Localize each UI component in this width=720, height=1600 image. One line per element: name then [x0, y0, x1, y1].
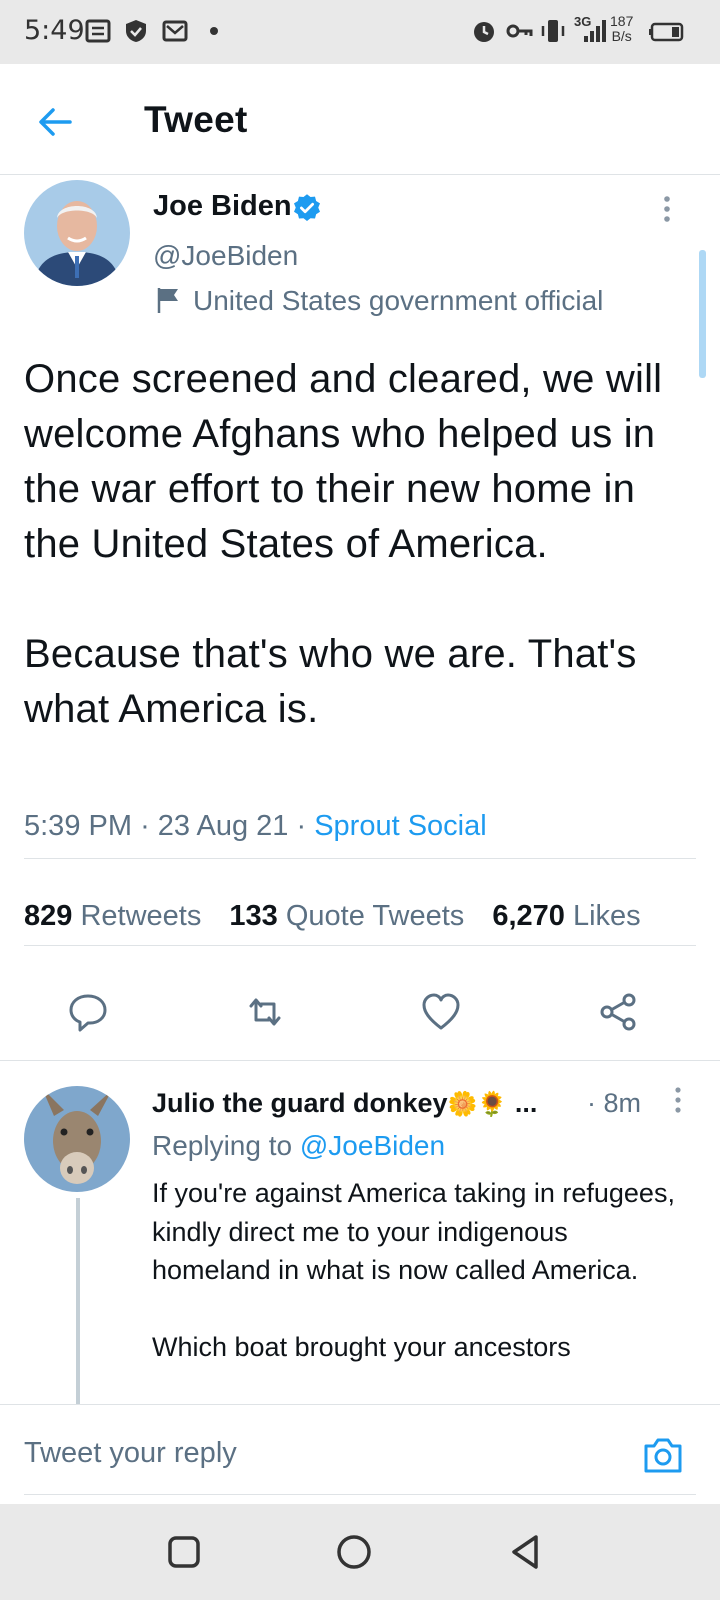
- reply-author[interactable]: Julio the guard donkey🌼🌻 ...: [152, 1088, 537, 1119]
- vpn-key-icon: [506, 24, 533, 38]
- tweet-time: 5:39 PM: [24, 810, 132, 842]
- dot-icon: [210, 27, 218, 35]
- status-bar: 5:49 3G 187 B/s: [0, 0, 720, 64]
- divider: [24, 858, 696, 859]
- system-navigation-bar: [0, 1504, 720, 1600]
- mail-icon: [162, 20, 188, 42]
- network-speed-value: 187: [610, 13, 634, 29]
- quote-tweets-stat[interactable]: 133 Quote Tweets: [229, 900, 464, 932]
- back-arrow-icon[interactable]: [36, 102, 76, 142]
- thread-line: [76, 1198, 80, 1404]
- divider: [24, 1494, 696, 1495]
- alarm-icon: [474, 22, 494, 42]
- tweet-stats: 829 Retweets 133 Quote Tweets 6,270 Like…: [24, 900, 641, 933]
- network-type-label: 3G: [574, 14, 592, 29]
- retweets-count: 829: [24, 900, 73, 932]
- retweets-label: Retweets: [80, 900, 202, 932]
- more-options-icon[interactable]: [655, 194, 679, 224]
- status-time: 5:49: [24, 15, 85, 46]
- reply-compose-bar: Tweet your reply: [0, 1404, 720, 1505]
- avatar-image: [24, 180, 130, 286]
- replying-to-label: Replying to: [152, 1130, 293, 1161]
- share-icon[interactable]: [596, 990, 640, 1034]
- vibrate-icon: [541, 20, 565, 42]
- replying-to-handle[interactable]: @JoeBiden: [300, 1130, 445, 1161]
- reply-more-options-icon[interactable]: [668, 1086, 688, 1114]
- network-speed: 187 B/s: [610, 14, 633, 44]
- author-name[interactable]: Joe Biden: [153, 190, 292, 223]
- author-avatar[interactable]: [24, 180, 130, 286]
- flag-icon: [157, 288, 178, 313]
- divider: [0, 1060, 720, 1061]
- battery-icon: [649, 22, 684, 42]
- verified-badge-icon: [294, 194, 320, 221]
- reply-author-emoji: 🌼🌻: [447, 1091, 508, 1118]
- shield-icon: [126, 20, 146, 42]
- quote-tweets-label: Quote Tweets: [285, 900, 465, 932]
- page-title: Tweet: [144, 99, 248, 140]
- reply-input[interactable]: Tweet your reply: [24, 1437, 237, 1470]
- news-notification-icon: [85, 19, 111, 43]
- reply-icon[interactable]: [66, 990, 110, 1034]
- government-label: United States government official: [193, 285, 604, 316]
- tweet-source-link[interactable]: Sprout Social: [314, 810, 487, 842]
- reply-text: If you're against America taking in refu…: [152, 1178, 675, 1363]
- retweets-stat[interactable]: 829 Retweets: [24, 900, 201, 932]
- reply-author-name: Julio the guard donkey: [152, 1088, 448, 1118]
- likes-label: Likes: [572, 900, 641, 932]
- top-app-bar: Tweet: [0, 64, 720, 175]
- reply-author-ellipsis: ...: [514, 1088, 538, 1118]
- donkey-avatar-image: [24, 1086, 130, 1192]
- tweet-date: 23 Aug 21: [157, 810, 289, 842]
- quote-tweets-count: 133: [229, 900, 278, 932]
- camera-icon[interactable]: [642, 1435, 684, 1475]
- like-heart-icon[interactable]: [419, 990, 463, 1034]
- back-triangle-icon[interactable]: [506, 1532, 546, 1572]
- likes-count: 6,270: [492, 900, 565, 932]
- likes-stat[interactable]: 6,270 Likes: [492, 900, 640, 932]
- author-handle[interactable]: @JoeBiden: [153, 240, 298, 272]
- reply-author-avatar[interactable]: [24, 1086, 130, 1192]
- tweet-meta: 5:39 PM · 23 Aug 21 · Sprout Social: [24, 810, 487, 842]
- replying-to: Replying to @JoeBiden: [152, 1130, 445, 1162]
- reply-age: · 8m: [587, 1088, 641, 1118]
- divider: [24, 945, 696, 946]
- tweet-text: Once screened and cleared, we will welco…: [24, 357, 663, 731]
- scroll-indicator[interactable]: [699, 250, 706, 378]
- retweet-icon[interactable]: [243, 990, 287, 1034]
- network-speed-unit: B/s: [611, 28, 632, 44]
- home-circle-icon[interactable]: [334, 1532, 374, 1572]
- recents-square-icon[interactable]: [164, 1532, 204, 1572]
